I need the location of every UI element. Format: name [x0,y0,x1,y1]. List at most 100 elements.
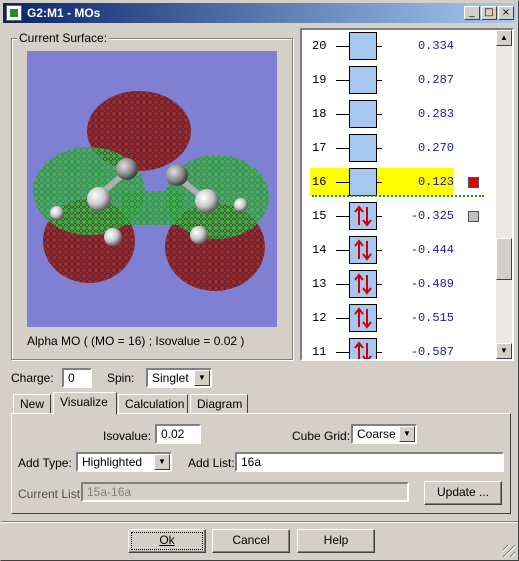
add-type-select[interactable]: Highlighted ▼ [76,452,172,472]
carbon-atom [116,158,138,180]
hydrogen-atom [104,228,122,246]
mo-row[interactable]: 15 -0.325 [302,200,498,234]
hydrogen-atom [50,206,64,220]
tab-diagram[interactable]: Diagram [190,394,248,414]
minimize-button[interactable]: _ [464,6,480,20]
carbon-atom [166,164,188,186]
mo-row[interactable]: 17 0.270 [302,132,498,166]
update-button[interactable]: Update ... [424,481,502,505]
visualize-tab-panel: Isovalue: 0.02 Cube Grid: Coarse ▼ Add T… [11,413,511,514]
mo-row[interactable]: 12 -0.515 [302,302,498,336]
surface-caption: Alpha MO ( (MO = 16) ; Isovalue = 0.02 ) [27,334,245,348]
mo-energy: -0.325 [410,209,454,223]
isovalue-label: Isovalue: [103,429,152,443]
occupied-orbital-icon [349,304,377,332]
help-label: Help [323,533,349,547]
add-type-label: Add Type: [18,456,72,470]
tab-visualize[interactable]: Visualize [53,392,117,415]
mo-row[interactable]: 20 0.334 [302,30,498,64]
scroll-thumb[interactable] [496,238,512,280]
dropdown-arrow-icon[interactable]: ▼ [194,370,210,386]
charge-label: Charge: [11,371,54,385]
mo-row[interactable]: 11 -0.587 [302,336,498,359]
occupied-orbital-icon [349,202,377,230]
mo-number: 18 [312,107,327,121]
mo-number: 13 [312,277,327,291]
hydrogen-atom [190,226,208,244]
mo-row[interactable]: 13 -0.489 [302,268,498,302]
help-button[interactable]: Help [297,529,375,553]
footer-divider [1,521,518,523]
mo-energy: 0.287 [417,73,454,87]
app-icon [6,5,22,21]
window-title: G2:M1 - MOs [27,6,101,20]
scroll-down-arrow-icon[interactable]: ▼ [496,343,512,359]
current-list-label: Current List: [18,487,84,501]
mo-energy: -0.587 [410,345,454,359]
virtual-orbital-icon [349,168,377,196]
mo-row[interactable]: 19 0.287 [302,64,498,98]
mo-marker-icon[interactable] [468,211,479,222]
mo-row[interactable]: 14 -0.444 [302,234,498,268]
title-bar[interactable]: G2:M1 - MOs _ □ × [3,3,516,23]
mo-number: 14 [312,243,327,257]
mo-energy: 0.270 [417,141,454,155]
dropdown-arrow-icon[interactable]: ▼ [154,454,170,470]
spin-value: Singlet [152,371,189,385]
add-list-input[interactable]: 16a [235,452,504,472]
scroll-up-arrow-icon[interactable]: ▲ [496,30,512,46]
orbital-3d-viewport[interactable] [27,51,277,327]
current-surface-label: Current Surface: [17,31,110,45]
ok-button[interactable]: Ok [128,529,206,553]
current-list-field: 15a-16a [81,482,409,502]
spin-label: Spin: [107,371,135,385]
cube-grid-select[interactable]: Coarse ▼ [351,424,417,444]
mo-number: 12 [312,311,327,325]
add-list-label: Add List: [188,456,235,470]
resize-grip-icon[interactable] [503,545,515,557]
mo-number: 16 [312,175,327,189]
close-button[interactable]: × [498,6,514,20]
virtual-orbital-icon [349,100,377,128]
mo-energy: 0.123 [417,175,454,189]
mo-list-scrollbar[interactable]: ▲ ▼ [496,30,512,359]
virtual-orbital-icon [349,66,377,94]
bridge-green-lobe [122,191,182,225]
tab-calculation[interactable]: Calculation [118,394,188,414]
cube-grid-value: Coarse [357,427,396,441]
ok-label: Ok [159,533,175,547]
mo-number: 15 [312,209,327,223]
mo-energy: -0.515 [410,311,454,325]
mo-row[interactable]: 18 0.283 [302,98,498,132]
mo-number: 11 [312,345,327,359]
dropdown-arrow-icon[interactable]: ▼ [399,426,415,442]
occupied-orbital-icon [349,236,377,264]
homo-lumo-divider [312,195,484,197]
maximize-button[interactable]: □ [481,6,497,20]
mo-energy: 0.334 [417,39,454,53]
virtual-orbital-icon [349,32,377,60]
add-type-value: Highlighted [82,455,143,469]
mo-number: 19 [312,73,327,87]
selected-mo-marker-icon[interactable] [468,177,479,188]
mo-energy: -0.444 [410,243,454,257]
cube-grid-label: Cube Grid: [292,429,351,443]
mos-dialog-window: G2:M1 - MOs _ □ × Current Surface: Alpha… [0,0,519,561]
hydrogen-atom [87,187,111,211]
orbital-rendering [33,91,269,291]
mo-number: 20 [312,39,327,53]
spin-select[interactable]: Singlet ▼ [146,368,212,388]
cancel-label: Cancel [232,533,270,547]
occupied-orbital-icon [349,270,377,298]
hydrogen-atom [195,189,219,213]
mo-energy-list[interactable]: 20 0.334 19 0.287 18 0.283 17 0.270 16 0.123 15 -0.… [300,28,514,361]
occupied-orbital-icon [349,338,377,359]
cancel-button[interactable]: Cancel [212,529,290,553]
mo-energy: -0.489 [410,277,454,291]
tab-new[interactable]: New [13,394,51,414]
hydrogen-atom [234,198,248,212]
mo-number: 17 [312,141,327,155]
charge-input[interactable]: 0 [62,368,92,388]
isovalue-input[interactable]: 0.02 [155,424,201,444]
virtual-orbital-icon [349,134,377,162]
